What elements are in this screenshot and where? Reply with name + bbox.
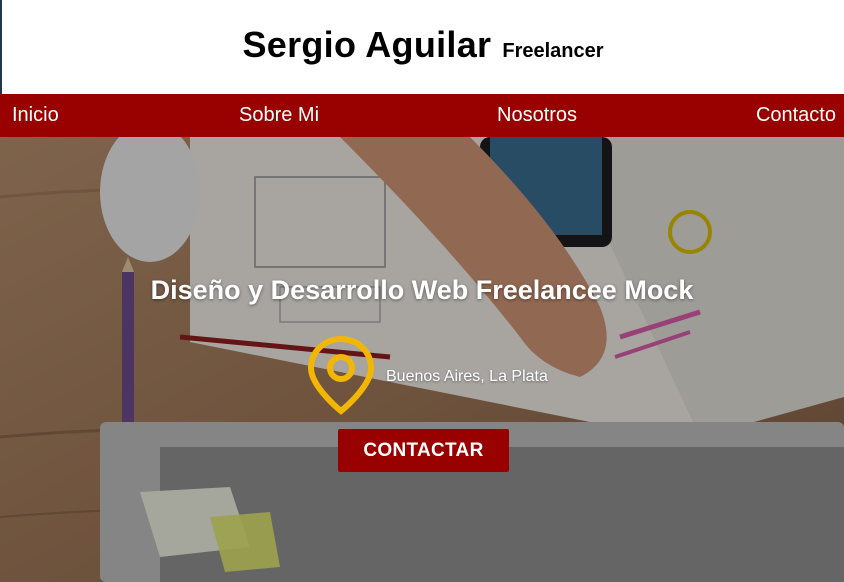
hero-title: Diseño y Desarrollo Web Freelancee Mock — [150, 275, 694, 305]
contact-button[interactable]: CONTACTAR — [338, 429, 509, 472]
hero-section: Diseño y Desarrollo Web Freelancee Mock … — [0, 137, 844, 582]
location-text: Buenos Aires, La Plata — [386, 368, 548, 385]
map-pin-icon — [306, 335, 376, 420]
site-tagline: Freelancer — [502, 40, 604, 62]
nav-item-sobre-mi[interactable]: Sobre Mi — [239, 94, 319, 137]
nav-item-inicio[interactable]: Inicio — [12, 94, 59, 137]
brand: Sergio Aguilar Freelancer — [242, 24, 603, 66]
nav-item-nosotros[interactable]: Nosotros — [497, 94, 577, 137]
site-title: Sergio Aguilar — [242, 24, 492, 65]
location: Buenos Aires, La Plata — [306, 335, 548, 420]
nav-item-contacto[interactable]: Contacto — [756, 94, 836, 137]
site-header: Sergio Aguilar Freelancer — [0, 0, 844, 94]
main-navigation: Inicio Sobre Mi Nosotros Contacto — [0, 94, 844, 137]
